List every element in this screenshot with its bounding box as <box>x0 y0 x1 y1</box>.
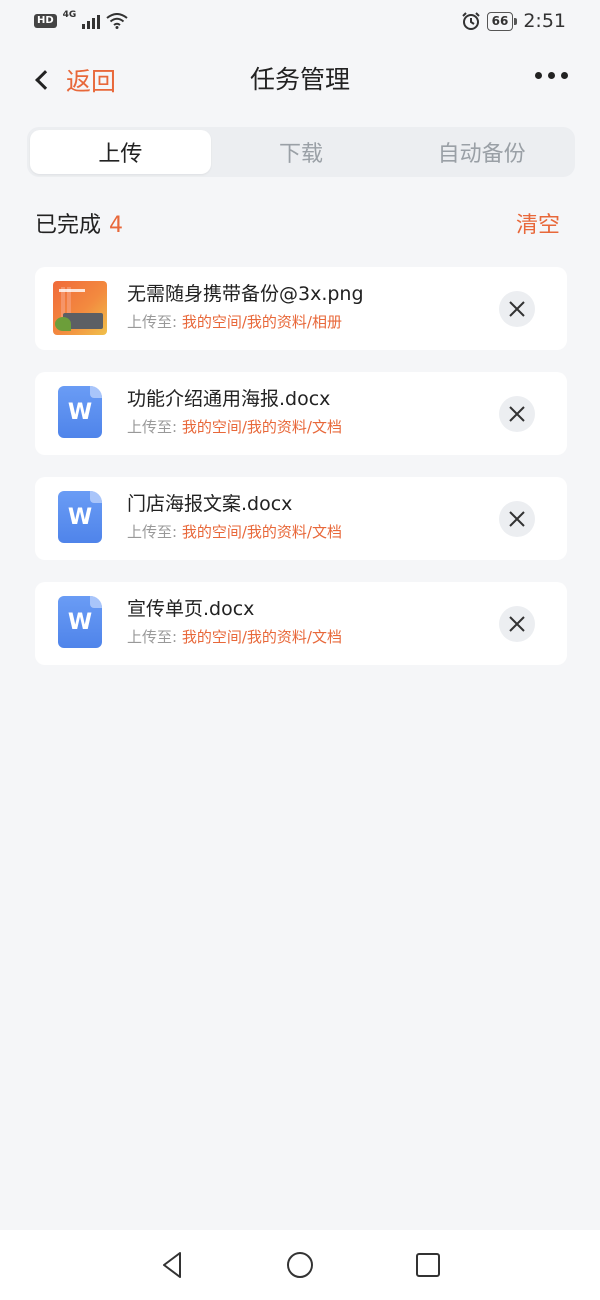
tab-download[interactable]: 下载 <box>211 130 392 174</box>
destination-prefix: 上传至: <box>127 628 178 646</box>
section-header: 已完成 4 清空 <box>35 205 560 241</box>
network-label: 4G <box>62 10 77 20</box>
task-item[interactable]: W 门店海报文案.docx 上传至: 我的空间/我的资料/文档 <box>35 477 567 560</box>
circle-home-icon[interactable] <box>285 1250 315 1280</box>
destination-row: 上传至: 我的空间/我的资料/文档 <box>127 521 487 543</box>
hd-badge: HD <box>34 14 57 28</box>
destination-row: 上传至: 我的空间/我的资料/文档 <box>127 416 487 438</box>
triangle-back-icon[interactable] <box>158 1250 188 1280</box>
task-info: 门店海报文案.docx 上传至: 我的空间/我的资料/文档 <box>127 491 487 543</box>
word-doc-icon: W <box>58 386 102 438</box>
system-nav-bar <box>0 1230 600 1300</box>
status-bar: HD 4G 66 2:51 <box>0 0 600 42</box>
remove-button[interactable] <box>499 291 535 327</box>
task-info: 无需随身携带备份@3x.png 上传至: 我的空间/我的资料/相册 <box>127 281 487 333</box>
task-item[interactable]: W 功能介绍通用海报.docx 上传至: 我的空间/我的资料/文档 <box>35 372 567 455</box>
task-tabs: 上传 下载 自动备份 <box>27 127 575 177</box>
nav-bar: 返回 任务管理 <box>0 50 600 110</box>
destination-row: 上传至: 我的空间/我的资料/相册 <box>127 311 487 333</box>
close-icon <box>509 406 525 422</box>
alarm-icon <box>461 12 480 30</box>
destination-path-link[interactable]: 我的空间/我的资料/文档 <box>182 418 342 436</box>
close-icon <box>509 511 525 527</box>
completed-count: 4 <box>109 213 124 238</box>
square-recents-icon[interactable] <box>413 1250 443 1280</box>
status-right: 66 2:51 <box>461 10 566 32</box>
signal-icon <box>82 13 101 29</box>
remove-button[interactable] <box>499 396 535 432</box>
completed-heading: 已完成 4 <box>35 207 123 239</box>
image-thumbnail <box>53 281 107 335</box>
task-item[interactable]: 无需随身携带备份@3x.png 上传至: 我的空间/我的资料/相册 <box>35 267 567 350</box>
destination-row: 上传至: 我的空间/我的资料/文档 <box>127 626 487 648</box>
more-options-icon[interactable] <box>535 72 568 79</box>
file-name: 功能介绍通用海报.docx <box>127 388 331 410</box>
task-list: 无需随身携带备份@3x.png 上传至: 我的空间/我的资料/相册 W 功能介绍… <box>35 267 567 665</box>
tab-upload[interactable]: 上传 <box>30 130 211 174</box>
word-doc-icon: W <box>58 596 102 648</box>
destination-path-link[interactable]: 我的空间/我的资料/相册 <box>182 313 342 331</box>
destination-prefix: 上传至: <box>127 313 178 331</box>
destination-path-link[interactable]: 我的空间/我的资料/文档 <box>182 628 342 646</box>
word-doc-icon: W <box>58 491 102 543</box>
file-name: 宣传单页.docx <box>127 598 255 620</box>
task-info: 功能介绍通用海报.docx 上传至: 我的空间/我的资料/文档 <box>127 386 487 438</box>
remove-button[interactable] <box>499 606 535 642</box>
file-name: 门店海报文案.docx <box>127 493 293 515</box>
destination-prefix: 上传至: <box>127 418 178 436</box>
close-icon <box>509 301 525 317</box>
task-item[interactable]: W 宣传单页.docx 上传至: 我的空间/我的资料/文档 <box>35 582 567 665</box>
battery-icon: 66 <box>486 11 517 31</box>
file-name: 无需随身携带备份@3x.png <box>127 283 364 305</box>
close-icon <box>509 616 525 632</box>
completed-label: 已完成 <box>35 213 102 238</box>
clock: 2:51 <box>523 10 566 32</box>
status-left: HD 4G <box>34 10 128 29</box>
destination-path-link[interactable]: 我的空间/我的资料/文档 <box>182 523 342 541</box>
page-title: 任务管理 <box>249 65 350 94</box>
tab-auto-backup[interactable]: 自动备份 <box>391 130 572 174</box>
wifi-icon <box>106 13 128 29</box>
clear-button[interactable]: 清空 <box>516 207 560 239</box>
remove-button[interactable] <box>499 501 535 537</box>
destination-prefix: 上传至: <box>127 523 178 541</box>
task-info: 宣传单页.docx 上传至: 我的空间/我的资料/文档 <box>127 596 487 648</box>
